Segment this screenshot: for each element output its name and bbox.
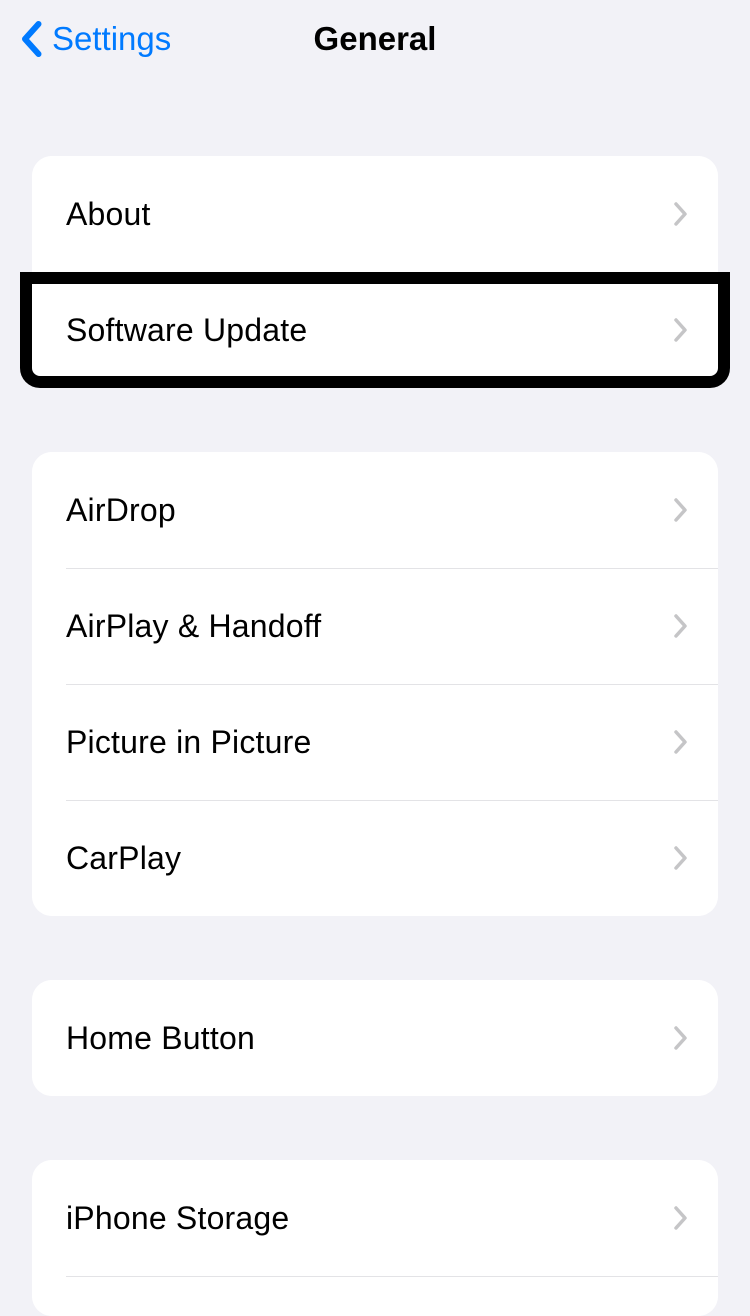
chevron-right-icon: [674, 318, 688, 342]
section-about: About Software Update: [32, 156, 718, 388]
navigation-bar: Settings General: [0, 0, 750, 78]
row-about[interactable]: About: [32, 156, 718, 272]
row-label: CarPlay: [66, 840, 181, 877]
section-storage: iPhone Storage: [32, 1160, 718, 1316]
row-label: AirPlay & Handoff: [66, 608, 321, 645]
row-label: iPhone Storage: [66, 1200, 289, 1237]
row-label: Home Button: [66, 1020, 255, 1057]
row-label: Software Update: [66, 312, 307, 349]
back-button[interactable]: Settings: [16, 20, 171, 58]
row-picture-in-picture[interactable]: Picture in Picture: [32, 684, 718, 800]
settings-content: About Software Update AirDrop AirPlay & …: [0, 156, 750, 1316]
row-software-update[interactable]: Software Update: [20, 272, 730, 388]
chevron-right-icon: [674, 202, 688, 226]
row-airplay-handoff[interactable]: AirPlay & Handoff: [32, 568, 718, 684]
chevron-right-icon: [674, 1026, 688, 1050]
chevron-right-icon: [674, 498, 688, 522]
row-label: Picture in Picture: [66, 724, 311, 761]
section-home-button: Home Button: [32, 980, 718, 1096]
row-iphone-storage[interactable]: iPhone Storage: [32, 1160, 718, 1276]
row-next-hidden[interactable]: [32, 1276, 718, 1316]
chevron-right-icon: [674, 730, 688, 754]
row-home-button[interactable]: Home Button: [32, 980, 718, 1096]
back-label: Settings: [52, 20, 171, 58]
chevron-right-icon: [674, 1206, 688, 1230]
row-carplay[interactable]: CarPlay: [32, 800, 718, 916]
chevron-left-icon: [20, 21, 42, 57]
chevron-right-icon: [674, 846, 688, 870]
row-label: AirDrop: [66, 492, 176, 529]
chevron-right-icon: [674, 614, 688, 638]
section-connectivity: AirDrop AirPlay & Handoff Picture in Pic…: [32, 452, 718, 916]
row-label: About: [66, 196, 151, 233]
row-airdrop[interactable]: AirDrop: [32, 452, 718, 568]
